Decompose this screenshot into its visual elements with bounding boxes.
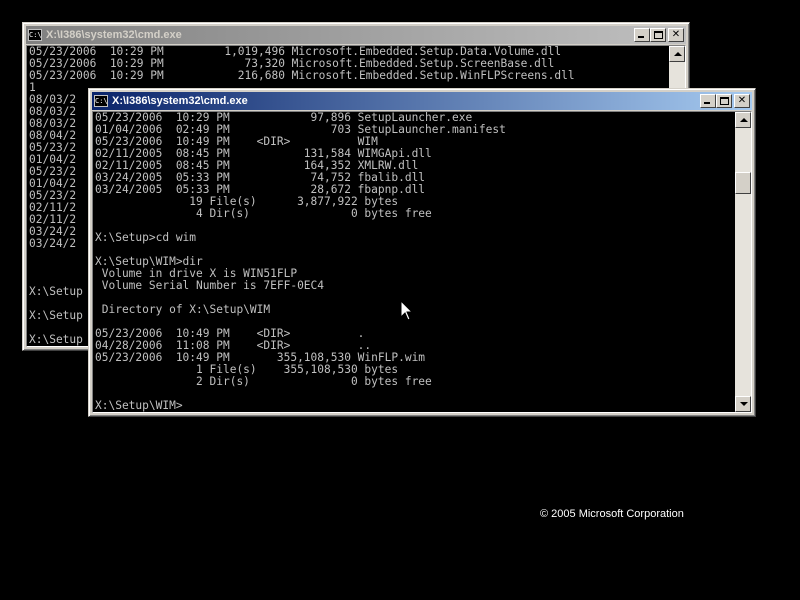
desktop: C:\ X:\I386\system32\cmd.exe ✕ 05/23/200…	[0, 0, 800, 600]
front-window-title: X:\I386\system32\cmd.exe	[112, 95, 248, 107]
front-maximize-button[interactable]	[716, 94, 732, 108]
cmd-icon[interactable]: C:\	[94, 95, 108, 107]
front-scroll-thumb[interactable]	[735, 172, 751, 194]
back-close-button[interactable]: ✕	[668, 28, 684, 42]
maximize-icon	[720, 97, 729, 105]
mouse-pointer-icon	[400, 300, 414, 321]
close-icon: ✕	[737, 95, 747, 106]
back-window-controls: ✕	[634, 28, 684, 42]
minimize-icon	[704, 102, 710, 104]
back-maximize-button[interactable]	[650, 28, 666, 42]
back-window-titlebar[interactable]: C:\ X:\I386\system32\cmd.exe ✕	[26, 26, 686, 44]
front-vertical-scrollbar[interactable]	[735, 112, 751, 412]
scroll-up-icon	[674, 52, 682, 56]
front-console-area[interactable]: 05/23/2006 10:29 PM 97,896 SetupLauncher…	[92, 111, 752, 413]
back-window-title: X:\I386\system32\cmd.exe	[46, 29, 182, 41]
front-cmd-window[interactable]: C:\ X:\I386\system32\cmd.exe ✕ 05/23/200…	[88, 88, 756, 417]
front-window-titlebar[interactable]: C:\ X:\I386\system32\cmd.exe ✕	[92, 92, 752, 110]
copyright-text: © 2005 Microsoft Corporation	[540, 508, 684, 520]
front-scroll-down-button[interactable]	[735, 396, 751, 412]
front-close-button[interactable]: ✕	[734, 94, 750, 108]
cmd-icon[interactable]: C:\	[28, 29, 42, 41]
close-icon: ✕	[671, 29, 681, 40]
maximize-icon	[654, 31, 663, 39]
back-scroll-up-button[interactable]	[669, 46, 685, 62]
scroll-up-icon	[740, 118, 748, 122]
scroll-down-icon	[740, 402, 748, 406]
back-minimize-button[interactable]	[634, 28, 650, 42]
front-window-controls: ✕	[700, 94, 750, 108]
front-console-output: 05/23/2006 10:29 PM 97,896 SetupLauncher…	[95, 111, 506, 412]
minimize-icon	[638, 36, 644, 38]
front-scroll-up-button[interactable]	[735, 112, 751, 128]
front-minimize-button[interactable]	[700, 94, 716, 108]
